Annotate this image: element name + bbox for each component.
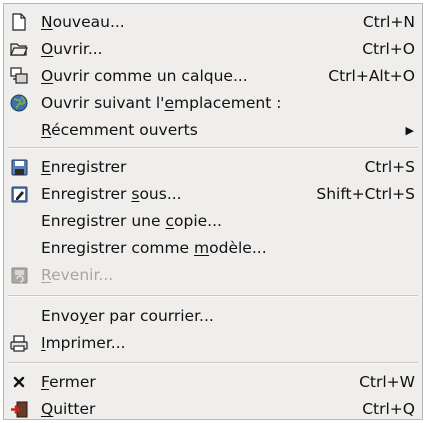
menu-item-open[interactable]: Ouvrir... Ctrl+O [4, 37, 422, 61]
menu-item-recent[interactable]: Récemment ouverts ▶ [4, 118, 422, 142]
menu-item-label: Envoyer par courrier... [41, 307, 214, 325]
menu-item-label: Fermer [41, 373, 96, 391]
submenu-arrow-icon: ▶ [405, 123, 414, 137]
menu-item-send-mail[interactable]: Envoyer par courrier... [4, 304, 422, 328]
menu-item-revert[interactable]: Revenir... [4, 263, 422, 287]
separator [8, 362, 418, 364]
file-menu: Nouveau... Ctrl+N Ouvrir... Ctrl+O Ouvri… [3, 3, 423, 420]
revert-icon [10, 266, 28, 284]
separator [8, 147, 418, 149]
menu-item-quit[interactable]: Quitter Ctrl+Q [4, 397, 422, 421]
quit-icon [10, 400, 28, 418]
printer-icon [10, 334, 28, 352]
shortcut-label: Ctrl+S [364, 158, 415, 176]
menu-item-label: Enregistrer une copie... [41, 212, 222, 230]
menu-item-save-copy[interactable]: Enregistrer une copie... [4, 209, 422, 233]
menu-item-label: Ouvrir suivant l'emplacement : [41, 94, 282, 112]
menu-item-label: Ouvrir comme un calque... [41, 67, 248, 85]
open-folder-icon [10, 40, 28, 58]
menu-item-label: Récemment ouverts [41, 121, 198, 139]
menu-item-open-location[interactable]: Ouvrir suivant l'emplacement : [4, 91, 422, 115]
menu-item-new[interactable]: Nouveau... Ctrl+N [4, 10, 422, 34]
menu-item-save[interactable]: Enregistrer Ctrl+S [4, 155, 422, 179]
shortcut-label: Ctrl+Alt+O [328, 67, 415, 85]
shortcut-label: Ctrl+N [362, 13, 415, 31]
menu-item-label: Enregistrer sous... [41, 185, 182, 203]
menu-item-label: Enregistrer comme modèle... [41, 239, 267, 257]
new-document-icon [10, 13, 28, 31]
menu-item-label: Quitter [41, 400, 96, 418]
menu-item-label: Imprimer... [41, 334, 126, 352]
save-icon [10, 158, 28, 176]
menu-item-label: Revenir... [41, 266, 114, 284]
separator [8, 295, 418, 297]
shortcut-label: Ctrl+W [359, 373, 415, 391]
menu-item-label: Nouveau... [41, 13, 125, 31]
menu-item-save-template[interactable]: Enregistrer comme modèle... [4, 236, 422, 260]
shortcut-label: Ctrl+Q [362, 400, 415, 418]
menu-item-print[interactable]: Imprimer... [4, 331, 422, 355]
menu-item-save-as[interactable]: Enregistrer sous... Shift+Ctrl+S [4, 182, 422, 206]
menu-item-label: Enregistrer [41, 158, 127, 176]
globe-icon [10, 94, 28, 112]
shortcut-label: Shift+Ctrl+S [316, 185, 415, 203]
menu-item-label: Ouvrir... [41, 40, 103, 58]
menu-item-close[interactable]: Fermer Ctrl+W [4, 370, 422, 394]
close-icon [10, 373, 28, 391]
open-as-layer-icon [10, 67, 28, 85]
shortcut-label: Ctrl+O [362, 40, 415, 58]
menu-item-open-as-layer[interactable]: Ouvrir comme un calque... Ctrl+Alt+O [4, 64, 422, 88]
save-as-icon [10, 185, 28, 203]
